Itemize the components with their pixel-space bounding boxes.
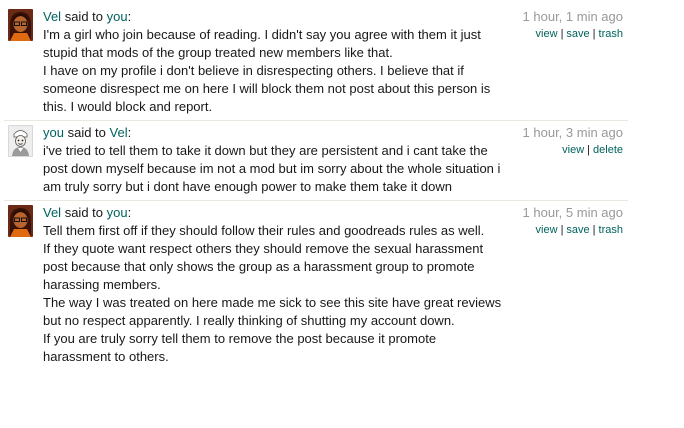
timestamp: 1 hour, 1 min ago [522, 9, 623, 24]
trash-link[interactable]: trash [599, 28, 623, 40]
message-paragraph: If they quote want respect others they s… [43, 241, 484, 292]
message-paragraph: The way I was treated on here made me si… [43, 295, 502, 328]
you-avatar-image [8, 125, 33, 157]
separator: | [560, 28, 564, 40]
separator: | [560, 224, 564, 236]
message-meta: 1 hour, 3 min ago view | delete [523, 124, 623, 157]
message-paragraph: If you are truly sorry tell them to remo… [43, 331, 437, 364]
header-colon: : [127, 205, 132, 220]
message-header: Vel said to you: [43, 8, 503, 26]
message-header: Vel said to you: [43, 204, 503, 222]
separator: | [592, 224, 596, 236]
message-item: Vel said to you: Tell them first off if … [4, 201, 628, 370]
save-link[interactable]: save [566, 224, 589, 236]
avatar[interactable] [8, 205, 33, 237]
recipient-link[interactable]: Vel [110, 125, 128, 140]
message-paragraph: I'm a girl who join because of reading. … [43, 27, 481, 60]
recipient-link[interactable]: you [107, 205, 128, 220]
message-paragraph: I have on my profile i don't believe in … [43, 63, 491, 114]
message-meta: 1 hour, 1 min ago view | save | trash [523, 8, 623, 41]
message-item: you said to Vel: i've tried to tell them… [4, 121, 628, 201]
message-actions: view | delete [523, 143, 623, 157]
author-link[interactable]: you [43, 125, 64, 140]
message-body: i've tried to tell them to take it down … [43, 142, 503, 196]
trash-link[interactable]: trash [599, 224, 623, 236]
said-to-text: said to [64, 9, 104, 24]
delete-link[interactable]: delete [593, 144, 623, 156]
message-thread: Vel said to you: I'm a girl who join bec… [4, 5, 628, 370]
save-link[interactable]: save [566, 28, 589, 40]
header-colon: : [127, 125, 132, 140]
message-meta: 1 hour, 5 min ago view | save | trash [523, 204, 623, 237]
avatar[interactable] [8, 125, 33, 157]
message-header: you said to Vel: [43, 124, 503, 142]
vel-avatar-image [8, 205, 33, 237]
view-link[interactable]: view [536, 28, 558, 40]
message-actions: view | save | trash [523, 223, 623, 237]
separator: | [592, 28, 596, 40]
separator: | [587, 144, 591, 156]
author-link[interactable]: Vel [43, 205, 61, 220]
message-paragraph: Tell them first off if they should follo… [43, 223, 485, 238]
timestamp: 1 hour, 3 min ago [522, 125, 623, 140]
view-link[interactable]: view [536, 224, 558, 236]
timestamp: 1 hour, 5 min ago [522, 205, 623, 220]
said-to-text: said to [67, 125, 106, 140]
vel-avatar-image [8, 9, 33, 41]
message-body: Tell them first off if they should follo… [43, 222, 503, 366]
author-link[interactable]: Vel [43, 9, 61, 24]
said-to-text: said to [64, 205, 104, 220]
recipient-link[interactable]: you [107, 9, 128, 24]
header-colon: : [127, 9, 132, 24]
message-actions: view | save | trash [523, 27, 623, 41]
message-item: Vel said to you: I'm a girl who join bec… [4, 5, 628, 121]
view-link[interactable]: view [562, 144, 584, 156]
message-body: I'm a girl who join because of reading. … [43, 26, 503, 116]
avatar[interactable] [8, 9, 33, 41]
message-paragraph: i've tried to tell them to take it down … [43, 143, 501, 194]
